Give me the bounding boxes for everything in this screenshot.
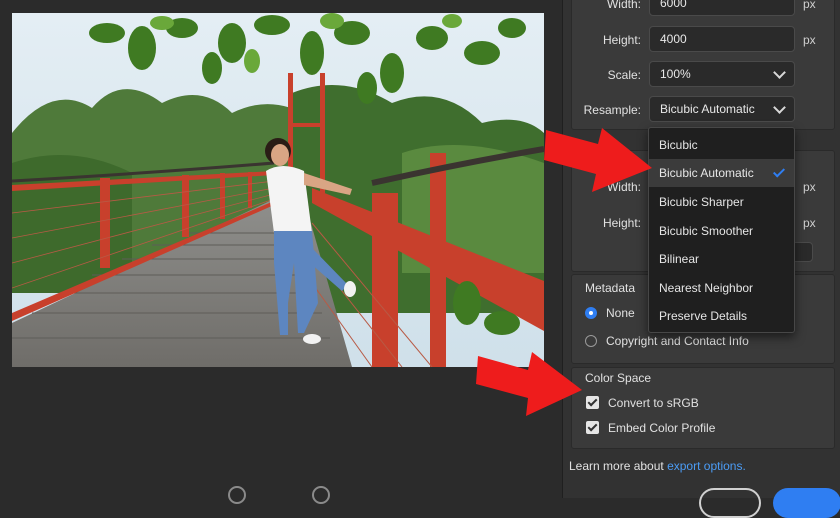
resample-value: Bicubic Automatic bbox=[660, 102, 755, 116]
scale-label: Scale: bbox=[607, 68, 641, 82]
embed-profile-checkbox[interactable] bbox=[586, 421, 599, 434]
scale-value: 100% bbox=[660, 67, 691, 81]
preview-image bbox=[12, 13, 544, 367]
canvas-width-label: Width: bbox=[606, 180, 641, 194]
metadata-none-radio[interactable] bbox=[585, 307, 597, 319]
color-space-title: Color Space bbox=[585, 371, 652, 385]
checkmark-icon bbox=[772, 165, 786, 178]
learn-more-text: Learn more about export options. bbox=[569, 459, 746, 473]
image-height-unit: px bbox=[803, 33, 816, 47]
photo-illustration bbox=[12, 13, 544, 367]
learn-more-prefix: Learn more about bbox=[569, 459, 664, 473]
image-height-label: Height: bbox=[602, 33, 641, 47]
resample-select[interactable]: Bicubic Automatic bbox=[649, 96, 795, 122]
resample-option-bicubic[interactable]: Bicubic bbox=[649, 131, 794, 159]
canvas-width-unit: px bbox=[803, 180, 816, 194]
zoom-in-icon[interactable] bbox=[312, 486, 330, 504]
scale-select[interactable]: 100% bbox=[649, 61, 795, 87]
chevron-down-icon bbox=[773, 101, 786, 114]
resample-option-bilinear[interactable]: Bilinear bbox=[649, 245, 794, 273]
resample-option-nearest-neighbor[interactable]: Nearest Neighbor bbox=[649, 274, 794, 302]
metadata-title: Metadata bbox=[585, 281, 636, 295]
preview-area bbox=[0, 0, 562, 504]
chevron-down-icon bbox=[773, 66, 786, 79]
resample-dropdown-menu: Bicubic Bicubic Automatic Bicubic Sharpe… bbox=[648, 127, 795, 333]
convert-srgb-label: Convert to sRGB bbox=[608, 396, 699, 410]
metadata-none-label: None bbox=[606, 306, 635, 320]
image-width-label: Width: bbox=[606, 0, 641, 11]
export-options-link[interactable]: export options. bbox=[667, 459, 746, 473]
cancel-button[interactable] bbox=[699, 488, 761, 518]
resample-label: Resample: bbox=[583, 103, 641, 117]
resample-option-bicubic-smoother[interactable]: Bicubic Smoother bbox=[649, 217, 794, 245]
canvas-height-unit: px bbox=[803, 216, 816, 230]
canvas-height-label: Height: bbox=[602, 216, 641, 230]
resample-option-bicubic-sharper[interactable]: Bicubic Sharper bbox=[649, 188, 794, 216]
metadata-copyright-label: Copyright and Contact Info bbox=[606, 334, 749, 348]
convert-srgb-checkbox[interactable] bbox=[586, 396, 599, 409]
metadata-copyright-radio[interactable] bbox=[585, 335, 597, 347]
resample-option-label: Bicubic Automatic bbox=[659, 166, 754, 180]
resample-option-bicubic-automatic[interactable]: Bicubic Automatic bbox=[649, 159, 794, 187]
embed-profile-label: Embed Color Profile bbox=[608, 421, 716, 435]
image-width-input[interactable]: 6000 bbox=[649, 0, 795, 16]
image-width-unit: px bbox=[803, 0, 816, 11]
export-button[interactable] bbox=[773, 488, 840, 518]
zoom-out-icon[interactable] bbox=[228, 486, 246, 504]
resample-option-preserve-details[interactable]: Preserve Details bbox=[649, 302, 794, 330]
image-height-input[interactable]: 4000 bbox=[649, 26, 795, 52]
